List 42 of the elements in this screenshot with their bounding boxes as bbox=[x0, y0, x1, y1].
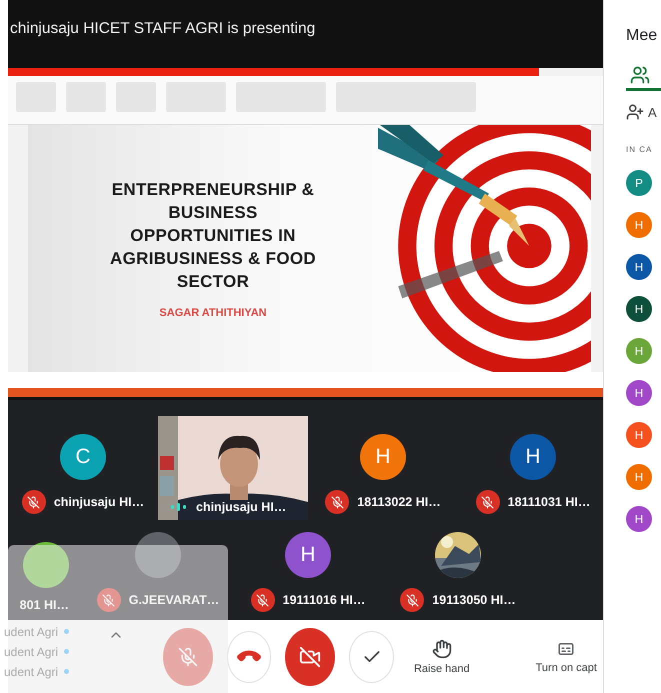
participant-name: chinjusaju HI… bbox=[54, 495, 144, 509]
panel-title: Mee bbox=[626, 27, 658, 45]
slide-author: SAGAR ATHITHIYAN bbox=[159, 307, 267, 319]
raise-hand-button[interactable]: Raise hand bbox=[408, 638, 476, 674]
captions-button[interactable]: Turn on capt bbox=[530, 640, 603, 674]
overlay-row-text: udent Agri bbox=[4, 624, 58, 638]
hang-up-button[interactable] bbox=[226, 630, 272, 682]
presenting-label: chinjusaju HICET STAFF AGRI is presenting bbox=[10, 20, 316, 38]
section-heading: IN CA bbox=[626, 145, 654, 154]
add-person-icon bbox=[626, 103, 644, 121]
participant-avatar: H bbox=[626, 506, 652, 532]
participant-name: 801 HI… bbox=[20, 598, 69, 612]
status-dot-icon bbox=[64, 649, 70, 654]
overlay-row-text: udent Agri bbox=[4, 644, 58, 658]
participant-avatar: H bbox=[626, 254, 652, 280]
participant-avatar: H bbox=[626, 380, 652, 406]
participant-name: 19113050 HI… bbox=[432, 593, 516, 607]
slide-title: ENTERPRENEURSHIP & BUSINESS OPPORTUNITIES IN AGRIBUSINESS & FOOD SECTOR bbox=[110, 179, 316, 293]
participant-avatar: H bbox=[626, 422, 652, 448]
hand-icon bbox=[432, 638, 452, 658]
participant-avatar: H bbox=[510, 434, 556, 480]
participant-name: 19111016 HI… bbox=[282, 593, 366, 607]
participant-name: 18113022 HI… bbox=[357, 495, 441, 509]
participant-avatar: H bbox=[360, 434, 406, 480]
mic-off-icon bbox=[178, 646, 198, 666]
camera-off-icon bbox=[299, 646, 322, 668]
participant-name: 18111031 HI… bbox=[508, 495, 590, 509]
add-people-button[interactable]: A bbox=[626, 103, 661, 121]
participant-avatar: H bbox=[626, 212, 652, 238]
status-dot-icon bbox=[64, 629, 70, 634]
participant-name: chinjusaju HI… bbox=[196, 500, 286, 514]
participant-avatar: P bbox=[626, 170, 652, 196]
participant-avatar: H bbox=[285, 532, 331, 578]
check-button[interactable] bbox=[349, 630, 394, 682]
participant-avatar: C bbox=[60, 434, 106, 480]
participant-avatar: H bbox=[626, 338, 652, 364]
participant-avatar: H bbox=[626, 464, 652, 490]
participant-name: G.JEEVARAT… bbox=[128, 593, 220, 607]
overlay-row-text: udent Agri bbox=[4, 664, 58, 678]
people-icon bbox=[630, 64, 650, 84]
status-dot-icon bbox=[64, 669, 70, 674]
participant-avatar: H bbox=[626, 296, 652, 322]
